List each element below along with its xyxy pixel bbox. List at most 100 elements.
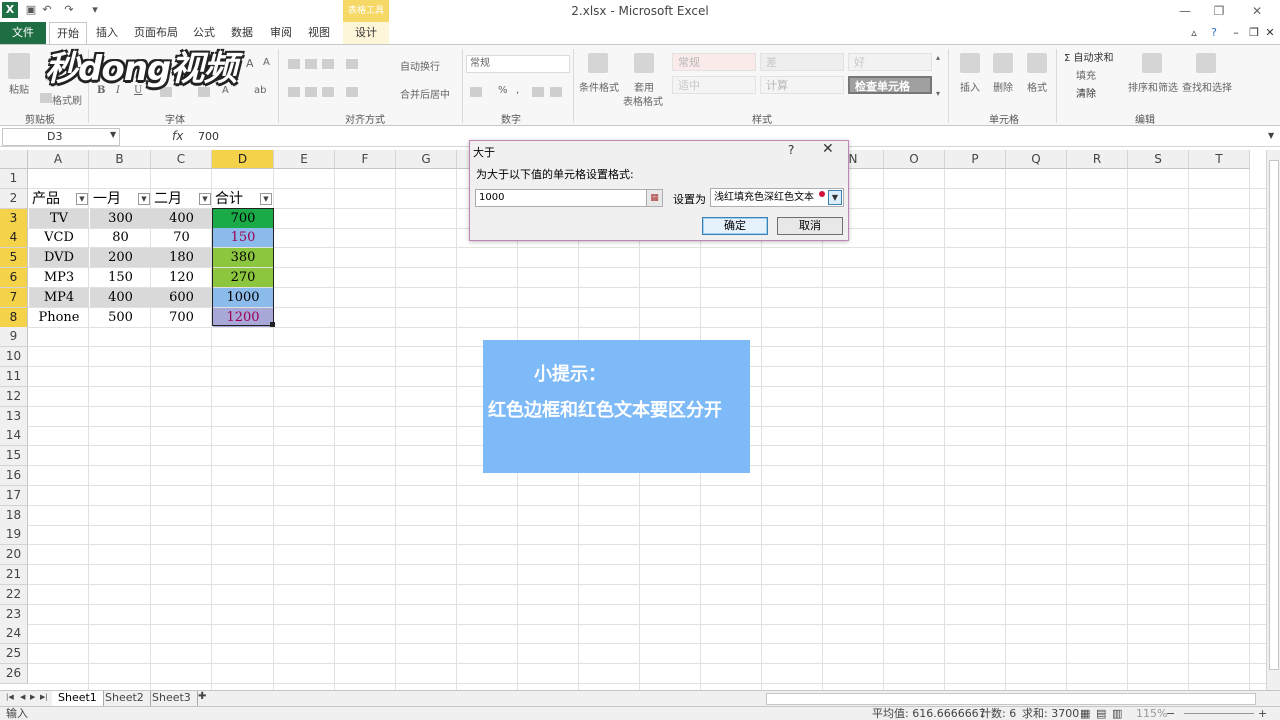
row-header-5[interactable]: 5 (0, 248, 28, 268)
ribbon-minimize-icon[interactable]: ▵ (1186, 22, 1202, 44)
zoom-slider[interactable] (1184, 713, 1254, 714)
row-header-20[interactable]: 20 (0, 545, 28, 565)
chevron-down-icon[interactable]: ▼ (828, 190, 842, 205)
row-header-25[interactable]: 25 (0, 644, 28, 664)
orientation-icon[interactable] (346, 59, 358, 69)
conditional-format-button[interactable]: 条件格式 (576, 79, 622, 94)
number-format-select[interactable]: 常规 (466, 55, 570, 73)
doc-minimize-icon[interactable]: – (1228, 22, 1244, 44)
clear-button[interactable]: 清除 (1076, 85, 1096, 100)
table-cell-jan[interactable]: 500 (90, 308, 151, 327)
row-header-2[interactable]: 2 (0, 189, 28, 209)
last-sheet-icon[interactable]: ▶| (40, 693, 48, 701)
table-cell-total[interactable]: 1000 (213, 288, 273, 307)
style-calculation[interactable]: 计算 (760, 76, 844, 94)
row-header-21[interactable]: 21 (0, 565, 28, 585)
expand-formula-icon[interactable]: ▼ (1268, 131, 1274, 140)
tab-data[interactable]: 数据 (227, 22, 257, 44)
name-box-dropdown-icon[interactable]: ▼ (110, 130, 116, 139)
dialog-help-icon[interactable]: ? (788, 143, 794, 157)
tab-file[interactable]: 文件 (0, 22, 46, 44)
column-header-p[interactable]: P (945, 150, 1006, 169)
table-cell-product[interactable]: TV (29, 209, 89, 228)
shrink-font-icon[interactable]: A (263, 57, 270, 68)
sort-filter-button[interactable]: 排序和筛选 (1126, 79, 1180, 94)
row-header-11[interactable]: 11 (0, 367, 28, 387)
vertical-scroll-thumb[interactable] (1269, 160, 1279, 670)
sheet-tab-sheet2[interactable]: Sheet2 (99, 691, 151, 706)
doc-close-icon[interactable]: ✕ (1262, 22, 1278, 44)
row-header-18[interactable]: 18 (0, 506, 28, 526)
column-header-a[interactable]: A (28, 150, 89, 169)
grow-font-icon[interactable]: A (246, 57, 254, 70)
table-cell-jan[interactable]: 80 (90, 228, 151, 247)
table-cell-jan[interactable]: 200 (90, 248, 151, 267)
filter-dropdown-icon[interactable]: ▼ (76, 193, 88, 205)
style-neutral[interactable]: 适中 (672, 76, 756, 94)
table-cell-jan[interactable]: 400 (90, 288, 151, 307)
align-center-icon[interactable] (305, 87, 317, 97)
close-window-icon[interactable]: ✕ (1248, 3, 1266, 19)
align-top-icon[interactable] (288, 59, 300, 69)
row-header-3[interactable]: 3 (0, 209, 28, 229)
format-painter-button[interactable]: 格式刷 (52, 92, 82, 107)
paste-button[interactable]: 粘贴 (4, 81, 34, 96)
tab-formulas[interactable]: 公式 (189, 22, 219, 44)
tab-home[interactable]: 开始 (49, 22, 87, 44)
comma-icon[interactable]: , (516, 85, 519, 96)
table-cell-product[interactable]: MP4 (29, 288, 89, 307)
filter-dropdown-icon[interactable]: ▼ (138, 193, 150, 205)
column-header-q[interactable]: Q (1006, 150, 1067, 169)
currency-icon[interactable] (470, 87, 482, 97)
tab-review[interactable]: 审阅 (266, 22, 296, 44)
tab-page-layout[interactable]: 页面布局 (130, 22, 182, 44)
styles-more-icon[interactable]: ▾ (936, 89, 940, 98)
row-header-17[interactable]: 17 (0, 486, 28, 506)
find-select-button[interactable]: 查找和选择 (1180, 79, 1234, 94)
table-format-button-line1[interactable]: 套用 (628, 79, 660, 94)
help-icon[interactable]: ? (1206, 22, 1222, 44)
table-cell-feb[interactable]: 600 (151, 288, 212, 307)
table-cell-feb[interactable]: 120 (151, 268, 212, 287)
table-cell-jan[interactable]: 300 (90, 209, 151, 228)
style-check-cell[interactable]: 检查单元格 (848, 76, 932, 94)
increase-decimal-icon[interactable] (532, 87, 544, 97)
table-cell-product[interactable]: DVD (29, 248, 89, 267)
row-header-19[interactable]: 19 (0, 525, 28, 545)
row-header-10[interactable]: 10 (0, 347, 28, 367)
table-cell-total[interactable]: 150 (213, 228, 273, 247)
table-cell-jan[interactable]: 150 (90, 268, 151, 287)
align-right-icon[interactable] (322, 87, 334, 97)
row-header-6[interactable]: 6 (0, 268, 28, 288)
dialog-close-icon[interactable]: ✕ (822, 141, 834, 157)
style-good[interactable]: 好 (848, 53, 932, 71)
style-bad[interactable]: 差 (760, 53, 844, 71)
table-cell-feb[interactable]: 700 (151, 308, 212, 327)
column-header-t[interactable]: T (1189, 150, 1250, 169)
row-header-13[interactable]: 13 (0, 407, 28, 427)
threshold-input[interactable]: 1000 (475, 189, 663, 207)
align-bottom-icon[interactable] (322, 59, 334, 69)
table-cell-product[interactable]: VCD (29, 228, 89, 247)
doc-restore-icon[interactable]: ❐ (1246, 22, 1262, 44)
row-header-12[interactable]: 12 (0, 387, 28, 407)
column-header-c[interactable]: C (151, 150, 212, 169)
page-layout-view-icon[interactable]: ▤ (1096, 707, 1106, 720)
row-header-9[interactable]: 9 (0, 327, 28, 347)
normal-view-icon[interactable]: ▦ (1080, 707, 1090, 720)
row-header-1[interactable]: 1 (0, 169, 28, 189)
column-header-d[interactable]: D (212, 150, 274, 169)
row-header-24[interactable]: 24 (0, 624, 28, 644)
row-header-23[interactable]: 23 (0, 605, 28, 625)
fill-button[interactable]: 填充 (1076, 67, 1096, 82)
range-select-icon[interactable]: ▦ (646, 190, 662, 206)
table-cell-feb[interactable]: 70 (151, 228, 212, 247)
indent-icon[interactable] (346, 87, 358, 97)
wrap-text-button[interactable]: 自动换行 (400, 58, 440, 73)
column-header-s[interactable]: S (1128, 150, 1189, 169)
minimize-icon[interactable]: — (1176, 3, 1194, 19)
page-break-view-icon[interactable]: ▥ (1112, 707, 1122, 720)
table-cell-product[interactable]: Phone (29, 308, 89, 327)
table-cell-total[interactable]: 1200 (213, 308, 273, 327)
table-cell-total[interactable]: 380 (213, 248, 273, 267)
